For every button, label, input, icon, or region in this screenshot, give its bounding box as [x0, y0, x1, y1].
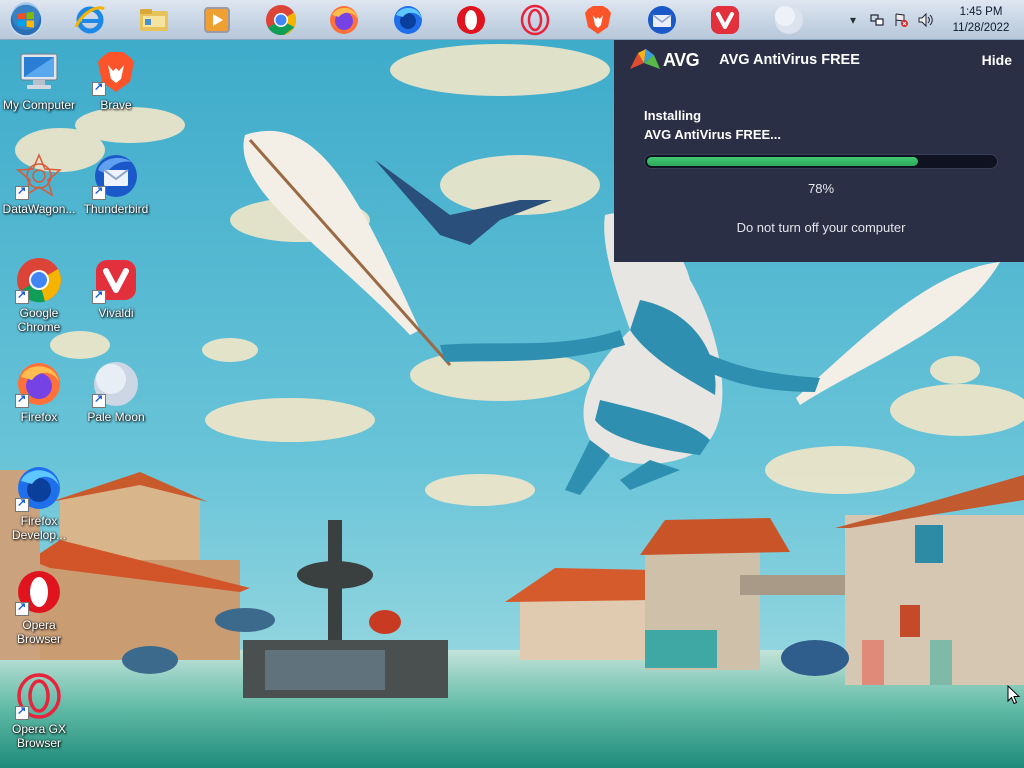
avg-logo: AVG [630, 49, 700, 71]
firefox-developer-icon [393, 5, 422, 34]
desktop-icon-my-computer[interactable]: My Computer [0, 48, 78, 112]
desktop-icon-firefox[interactable]: Firefox [0, 360, 78, 424]
shortcut-arrow-icon [15, 496, 29, 512]
desktop-icon-label: Opera GX Browser [11, 722, 67, 750]
desktop-icon-label: DataWagon... [2, 202, 76, 216]
start-button[interactable] [6, 1, 46, 39]
taskbar: ▾ 1:45 PM 11/28/2022 [0, 0, 1024, 40]
shortcut-arrow-icon [15, 600, 29, 616]
desktop-icon-opera-gx[interactable]: Opera GX Browser [0, 672, 78, 750]
chevron-up-icon[interactable]: ▾ [842, 9, 864, 31]
mouse-cursor-icon [1007, 685, 1021, 705]
desktop-icon-google-chrome[interactable]: Google Chrome [0, 256, 78, 334]
system-clock[interactable]: 1:45 PM 11/28/2022 [938, 4, 1024, 36]
network-icon[interactable] [866, 9, 888, 31]
install-progress-bar [644, 154, 998, 169]
vivaldi-icon [711, 5, 739, 34]
desktop-icon-label: My Computer [2, 98, 76, 112]
taskbar-media-player[interactable] [187, 1, 247, 39]
taskbar-opera-gx[interactable] [505, 1, 565, 39]
pale-moon-icon [774, 5, 803, 34]
system-tray: ▾ 1:45 PM 11/28/2022 [842, 0, 1024, 40]
taskbar-google-chrome[interactable] [251, 1, 311, 39]
desktop-icon-brave[interactable]: Brave [77, 48, 155, 112]
shortcut-arrow-icon [92, 80, 106, 96]
chrome-icon [265, 4, 296, 35]
install-status-line1: Installing [644, 108, 702, 123]
folder-icon [139, 8, 168, 31]
shortcut-arrow-icon [15, 184, 29, 200]
shortcut-arrow-icon [92, 288, 106, 304]
desktop-icon-opera[interactable]: Opera Browser [0, 568, 78, 646]
desktop-icon-pale-moon[interactable]: Pale Moon [77, 360, 155, 424]
taskbar-file-explorer[interactable] [124, 1, 184, 39]
taskbar-internet-explorer[interactable] [60, 1, 120, 39]
shortcut-arrow-icon [15, 704, 29, 720]
thunderbird-icon [647, 5, 676, 34]
taskbar-thunderbird[interactable] [632, 1, 692, 39]
install-progress-fill [647, 157, 919, 166]
opera-gx-icon [520, 4, 549, 35]
clock-time: 1:45 PM [959, 6, 1003, 18]
desktop-icon-firefox-developer[interactable]: Firefox Develop... [0, 464, 78, 542]
desktop-icon-label: Firefox [20, 410, 58, 424]
taskbar-opera[interactable] [441, 1, 501, 39]
shortcut-arrow-icon [92, 392, 106, 408]
desktop-icon-label: Opera Browser [16, 618, 61, 646]
taskbar-brave[interactable] [568, 1, 628, 39]
avg-title: AVG AntiVirus FREE [719, 52, 860, 68]
firefox-icon [330, 5, 358, 34]
action-center-flag-icon[interactable] [890, 9, 912, 31]
taskbar-firefox-developer[interactable] [378, 1, 438, 39]
hide-button[interactable]: Hide [982, 52, 1012, 68]
windows-orb-icon [9, 1, 43, 37]
avg-installer-panel: AVG AVG AntiVirus FREE Hide Installing A… [614, 40, 1024, 262]
install-status-line2: AVG AntiVirus FREE... [644, 127, 782, 142]
avg-logo-icon [630, 49, 660, 69]
taskbar-pale-moon[interactable] [759, 1, 819, 39]
computer-icon [20, 53, 58, 89]
avg-header: AVG AVG AntiVirus FREE Hide [614, 40, 1024, 80]
volume-icon[interactable] [914, 9, 936, 31]
desktop-icon-label: Firefox Develop... [11, 514, 67, 542]
opera-icon [457, 5, 485, 34]
desktop-icon-label: Google Chrome [17, 306, 61, 334]
desktop-icon-datawagon[interactable]: DataWagon... [0, 152, 78, 216]
desktop-icon-vivaldi[interactable]: Vivaldi [77, 256, 155, 320]
media-player-icon [204, 6, 230, 33]
desktop-icon-thunderbird[interactable]: Thunderbird [77, 152, 155, 216]
avg-body: Installing AVG AntiVirus FREE... 78% Do … [614, 80, 1024, 235]
shortcut-arrow-icon [92, 184, 106, 200]
taskbar-vivaldi[interactable] [695, 1, 755, 39]
taskbar-firefox[interactable] [314, 1, 374, 39]
desktop-icon-label: Vivaldi [98, 306, 134, 320]
shortcut-arrow-icon [15, 288, 29, 304]
desktop-icon-label: Pale Moon [87, 410, 145, 424]
avg-logo-text: AVG [663, 49, 700, 70]
desktop-icon-label: Thunderbird [83, 202, 149, 216]
brave-icon [585, 5, 611, 34]
clock-date: 11/28/2022 [952, 22, 1010, 34]
install-progress-label: 78% [807, 181, 835, 196]
desktop-icon-label: Brave [100, 98, 132, 112]
internet-explorer-icon [74, 5, 105, 33]
shortcut-arrow-icon [15, 392, 29, 408]
install-note: Do not turn off your computer [736, 220, 906, 235]
